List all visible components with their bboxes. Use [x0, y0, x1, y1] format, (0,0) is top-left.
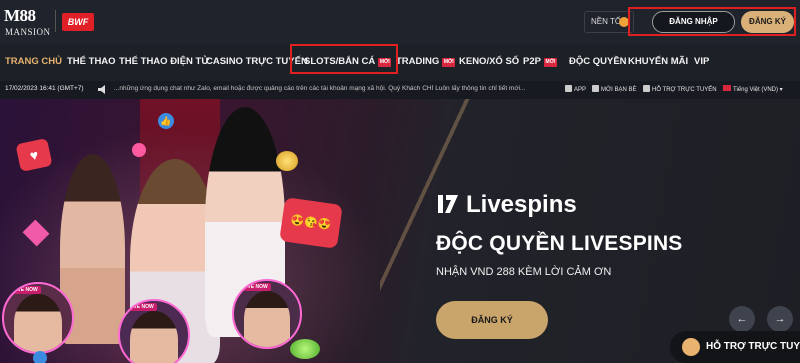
emoji-bubble-icon: 😍😘😍: [279, 197, 343, 249]
green-chip-icon: [290, 339, 320, 359]
logo-subtext: MANSION: [5, 27, 51, 37]
invite-label: MỜI BẠN BÈ: [601, 87, 637, 93]
live-now-label: LIVE NOW: [126, 303, 157, 311]
livespins-logo: Livespins: [436, 191, 577, 218]
livespins-brand-text: Livespins: [466, 191, 577, 218]
gem-icon: [132, 143, 146, 157]
logo-text: M88: [4, 6, 36, 25]
speaker-icon: [98, 85, 105, 94]
nav-label: KHUYẾN MÃI: [628, 56, 689, 67]
new-badge: MỚI: [543, 58, 557, 67]
nav-item-trading[interactable]: TRADING MỚI: [396, 56, 456, 67]
live-now-avatar-3: LIVE NOW: [232, 279, 302, 349]
slots-highlight-box: [290, 44, 398, 74]
arrow-left-icon[interactable]: ←: [729, 306, 755, 332]
announcement-ticker: 17/02/2023 16:41 (GMT+7) ...những ứng dụ…: [0, 81, 800, 99]
nav-label: TRANG CHỦ: [5, 56, 62, 67]
gold-coin-icon: [276, 151, 298, 171]
language-selector[interactable]: Tiếng Việt (VND) ▾: [723, 85, 783, 93]
support-label: HỖ TRỢ TRỰC TUYẾN: [652, 87, 717, 93]
nav-item-p2p[interactable]: P2P MỚI: [523, 56, 557, 67]
chat-icon: [643, 85, 650, 92]
banner-title: ĐỘC QUYỀN LIVESPINS: [436, 232, 683, 255]
live-now-label: LIVE NOW: [10, 286, 41, 294]
vietnam-flag-icon: [723, 85, 731, 91]
users-icon: [592, 85, 599, 92]
nav-item-keno-lottery[interactable]: KENO/XỔ SỐ: [459, 56, 519, 67]
nav-label: P2P: [523, 56, 541, 67]
live-now-avatar-1: LIVE NOW: [2, 282, 74, 354]
support-widget-label: HỖ TRỢ TRỰC TUYẾN: [706, 341, 800, 352]
language-label: Tiếng Việt (VND): [733, 87, 779, 93]
nav-item-home[interactable]: TRANG CHỦ: [5, 56, 62, 67]
new-badge: MỚI: [442, 58, 456, 67]
arrow-right-icon[interactable]: →: [767, 306, 793, 332]
nav-label: THỂ THAO: [67, 56, 116, 67]
nav-label: THỂ THAO ĐIỆN TỬ: [119, 56, 210, 67]
main-nav: TRANG CHỦ THỂ THAO THỂ THAO ĐIỆN TỬ CASI…: [0, 44, 800, 81]
nav-label: KENO/XỔ SỐ: [459, 56, 520, 67]
logo-divider: [55, 10, 56, 32]
thumbs-up-icon: 👍: [158, 113, 174, 129]
top-header: M88 MANSION BWF NỀN TỐI ĐĂNG NHẬP ĐĂNG K…: [0, 0, 800, 44]
like-icon: [33, 351, 47, 363]
hero-banner[interactable]: LIVE NOW LIVE NOW LIVE NOW ♥ 👍 😍😘😍 Lives…: [0, 99, 800, 363]
nav-item-esports[interactable]: THỂ THAO ĐIỆN TỬ: [119, 56, 209, 67]
nav-item-sports[interactable]: THỂ THAO: [67, 56, 116, 67]
login-register-highlight-box: [628, 7, 796, 36]
avatar-face: [14, 294, 62, 352]
live-support-link[interactable]: HỖ TRỢ TRỰC TUYẾN: [643, 85, 717, 93]
avatar-face: [130, 311, 178, 363]
night-mode-toggle[interactable]: NỀN TỐI: [584, 11, 634, 33]
nav-label: VIP: [694, 56, 710, 67]
live-now-avatar-2: LIVE NOW: [118, 299, 190, 363]
bwf-partner-logo: BWF: [62, 13, 94, 31]
livespins-mark-icon: [438, 195, 458, 213]
nav-item-promotions[interactable]: KHUYẾN MÃI: [628, 56, 688, 67]
m88-logo[interactable]: M88 MANSION: [4, 6, 52, 40]
banner-register-button[interactable]: ĐĂNG KÝ: [436, 301, 548, 339]
ticker-message[interactable]: ...những ứng dụng chat như Zalo, email h…: [114, 85, 554, 92]
app-link[interactable]: APP: [565, 85, 586, 93]
datetime-display: 17/02/2023 16:41 (GMT+7): [5, 85, 84, 92]
app-label: APP: [574, 87, 587, 93]
nav-item-vip[interactable]: VIP: [694, 56, 709, 67]
chat-bubble-icon: [682, 338, 700, 356]
banner-subtitle: NHẬN VND 288 KÈM LỜI CẢM ƠN: [436, 266, 612, 278]
invite-friends-link[interactable]: MỜI BẠN BÈ: [592, 85, 636, 93]
phone-icon: [565, 85, 572, 92]
live-now-label: LIVE NOW: [240, 283, 271, 291]
live-support-widget[interactable]: HỖ TRỢ TRỰC TUYẾN: [670, 331, 800, 363]
nav-item-exclusive[interactable]: ĐỘC QUYỀN: [569, 56, 627, 67]
avatar-face: [243, 290, 291, 347]
nav-label: TRADING: [396, 56, 440, 67]
nav-label: ĐỘC QUYỀN: [569, 56, 627, 67]
